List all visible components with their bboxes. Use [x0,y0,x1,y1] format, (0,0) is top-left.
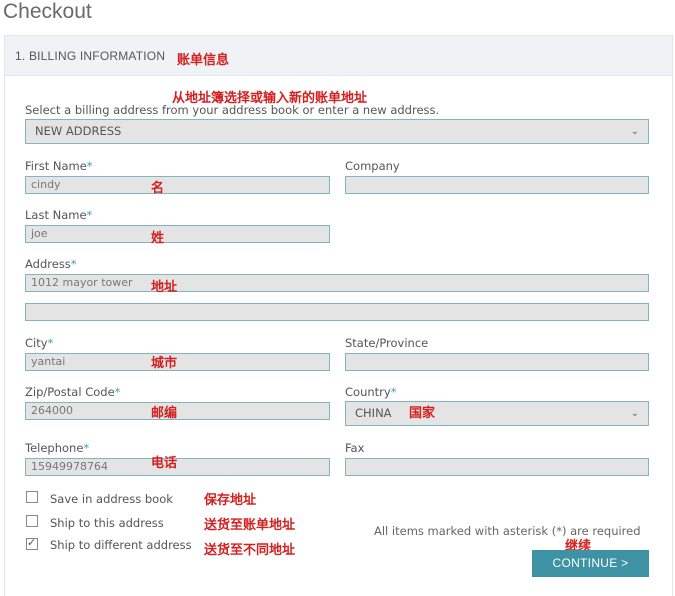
save-in-address-book-annotation: 保存地址 [204,493,257,508]
section-header[interactable]: 1. BILLING INFORMATION [5,36,672,76]
address-select-value: NEW ADDRESS [35,124,122,138]
company-label: Company [345,159,400,173]
telephone-annotation: 电话 [151,456,178,471]
section-title: 1. BILLING INFORMATION [15,49,166,63]
first-name-annotation: 名 [151,181,165,196]
company-field[interactable] [345,176,649,194]
ship-to-different-address-radio[interactable] [26,536,38,550]
fax-field[interactable] [345,458,649,476]
last-name-annotation: 姓 [151,231,165,246]
ship-to-this-address-annotation: 送货至账单地址 [204,518,296,533]
address-select-prompt: Select a billing address from your addre… [25,103,440,117]
country-select-value: CHINA [355,406,392,420]
save-in-address-book-label: Save in address book [50,492,173,506]
city-annotation: 城市 [151,356,178,371]
city-field[interactable]: yantai [25,353,330,371]
country-label: Country* [345,385,397,399]
save-in-address-book-checkbox[interactable] [26,491,38,503]
address-label: Address* [25,257,77,271]
chevron-down-icon: ⌄ [630,408,639,419]
city-label: City* [25,336,54,350]
address-annotation: 地址 [151,280,178,295]
address-line2-field[interactable] [25,303,649,321]
fax-label: Fax [345,441,365,455]
required-note: All items marked with asterisk (*) are r… [374,524,641,538]
chevron-down-icon: ⌄ [630,126,639,137]
last-name-label: Last Name* [25,208,93,222]
telephone-field[interactable]: 15949978764 [25,458,330,476]
first-name-field[interactable]: cindy [25,176,330,194]
last-name-field[interactable]: joe [25,225,330,243]
zip-label: Zip/Postal Code* [25,385,121,399]
first-name-label: First Name* [25,159,93,173]
telephone-label: Telephone* [25,441,90,455]
country-annotation: 国家 [409,406,436,421]
country-select[interactable]: CHINA ⌄ [345,401,649,426]
section-annotation: 账单信息 [177,53,230,68]
ship-to-this-address-label: Ship to this address [50,516,164,530]
state-field[interactable] [345,353,649,371]
address-line1-field[interactable]: 1012 mayor tower [25,274,649,292]
ship-to-different-address-annotation: 送货至不同地址 [204,543,296,558]
state-label: State/Province [345,336,429,350]
continue-button[interactable]: CONTINUE > [532,550,649,577]
ship-to-this-address-radio[interactable] [26,515,38,527]
zip-annotation: 邮编 [151,406,178,421]
page-title: Checkout [3,0,92,23]
zip-field[interactable]: 264000 [25,402,330,420]
address-select[interactable]: NEW ADDRESS ⌄ [25,119,649,144]
ship-to-different-address-label: Ship to different address [50,538,192,552]
